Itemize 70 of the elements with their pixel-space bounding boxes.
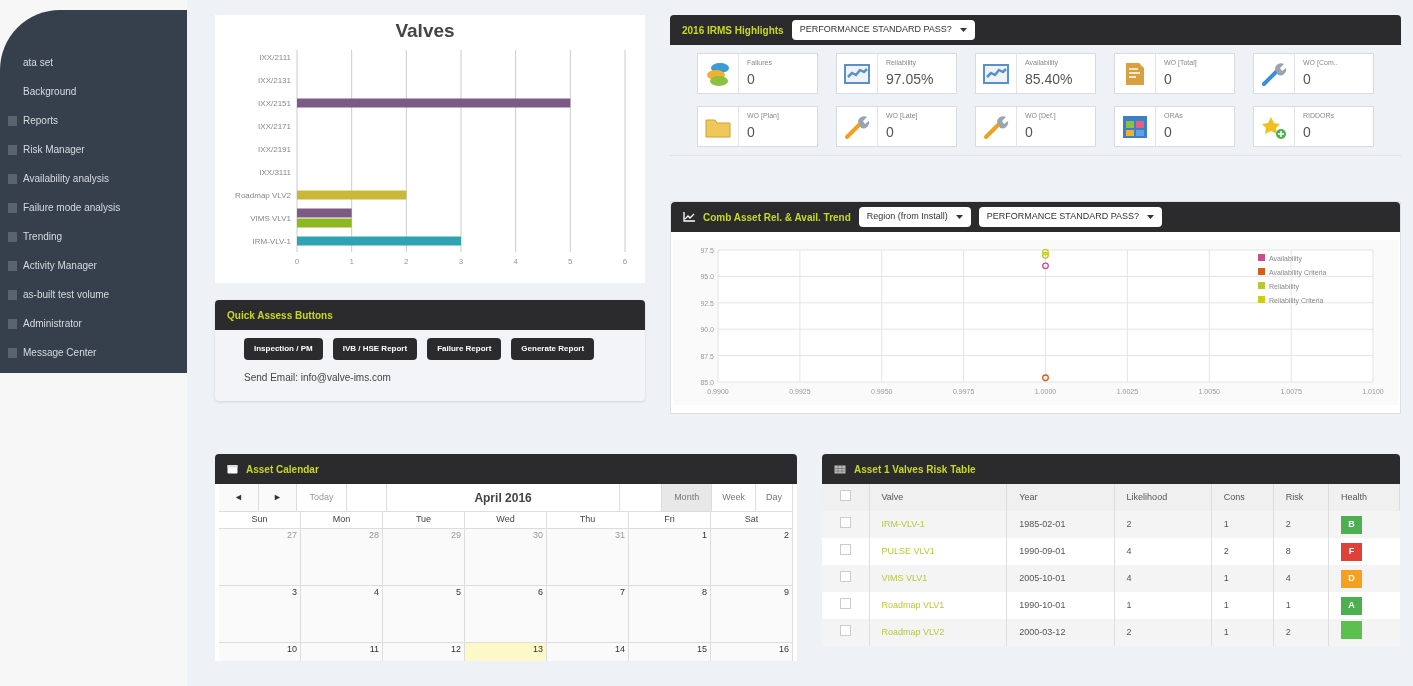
axis-label: IXX/2191 [258, 145, 291, 154]
day-number: 27 [287, 529, 297, 540]
day-number: 31 [615, 529, 625, 540]
health-badge: B [1341, 515, 1363, 534]
weekday-header: Sat [711, 512, 793, 528]
panel-title: Asset 1 Valves Risk Table [854, 462, 976, 477]
stat-value: 0 [1164, 122, 1173, 142]
axis-label: 5 [568, 257, 573, 266]
axis-label: IRM-VLV-1 [252, 237, 291, 246]
day-number: 12 [451, 643, 461, 654]
stat-value: 0 [1164, 69, 1173, 89]
day-number: 5 [456, 586, 461, 597]
panel-title: Comb Asset Rel. & Avail. Trend [703, 210, 851, 225]
day-number: 9 [784, 586, 789, 597]
axis-label: 4 [513, 257, 518, 266]
day-number: 13 [533, 643, 543, 654]
stat-value: 0 [1303, 122, 1312, 142]
day-number: 29 [451, 529, 461, 540]
weekday-header: Sun [219, 512, 301, 528]
day-number: 4 [374, 586, 379, 597]
stat-value: 0 [747, 122, 756, 142]
panel-title: Asset Calendar [246, 462, 319, 477]
day-number: 28 [369, 529, 379, 540]
stat-value: 0 [886, 122, 895, 142]
axis-label: 2 [404, 257, 409, 266]
day-number: 1 [702, 529, 707, 540]
axis-label: VIMS VLV1 [250, 214, 291, 223]
axis-label: IXX/2151 [258, 99, 291, 108]
axis-label: IXX/2131 [258, 76, 291, 85]
axis-label: 1 [349, 257, 354, 266]
weekday-header: Wed [465, 512, 547, 528]
weekday-header: Mon [301, 512, 383, 528]
day-number: 16 [779, 643, 789, 654]
health-badge: D [1341, 569, 1363, 588]
table-cell: 2000-03-12 [1006, 619, 1115, 646]
health-badge: A [1341, 596, 1363, 615]
day-number: 2 [784, 529, 789, 540]
calendar-title: April 2016 [387, 484, 621, 511]
day-number: 30 [533, 529, 543, 540]
weekday-header: Tue [383, 512, 465, 528]
axis-label: 6 [622, 257, 628, 266]
health-badge: F [1341, 542, 1363, 561]
panel-title: 2016 IRMS Highlights [682, 23, 784, 38]
email-text: Send Email: info@valve-ims.com [243, 371, 392, 385]
stat-value: 97.05% [886, 69, 934, 89]
table-cell: 2 [1114, 619, 1212, 646]
day-number: 6 [538, 586, 543, 597]
panel-title: Quick Assess Buttons [227, 308, 333, 323]
axis-label: 0 [294, 257, 300, 266]
stat-value: 0 [747, 69, 756, 89]
stat-value: 85.40% [1025, 69, 1073, 89]
day-number: 14 [615, 643, 625, 654]
axis-label: IXX/2111 [259, 53, 291, 62]
axis-label: 3 [458, 257, 464, 266]
stat-value: 0 [1303, 69, 1312, 89]
weekday-header: Thu [547, 512, 629, 528]
day-number: 8 [702, 586, 707, 597]
day-number: 11 [369, 643, 379, 654]
table-cell: 2 [1273, 619, 1329, 646]
day-number: 3 [292, 586, 297, 597]
weekday-header: Fri [629, 512, 711, 528]
day-number: 10 [287, 643, 297, 654]
day-number: 15 [697, 643, 707, 654]
chart-title: Valves [395, 20, 455, 41]
day-number: 7 [620, 586, 625, 597]
stat-value: 0 [1025, 122, 1034, 142]
axis-label: IXX/2171 [258, 122, 291, 131]
table-cell: 1 [1211, 619, 1274, 646]
axis-label: IXX/3111 [259, 168, 291, 177]
axis-label: Roadmap VLV2 [235, 191, 291, 200]
